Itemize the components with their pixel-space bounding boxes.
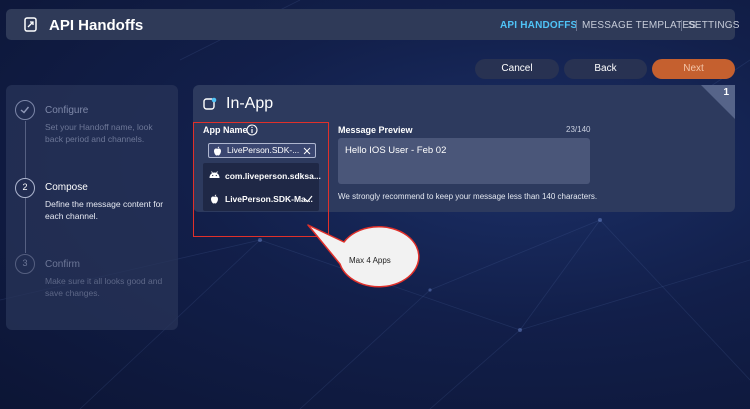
step-2-circle[interactable]: 2 — [15, 178, 35, 198]
channel-title: In-App — [226, 95, 274, 112]
character-counter: 23/140 — [566, 125, 591, 134]
corner-badge-number: 1 — [723, 87, 729, 98]
annotation-callout-text: Max 4 Apps — [349, 256, 391, 265]
message-length-hint: We strongly recommend to keep your messa… — [338, 192, 598, 201]
step-2-title: Compose — [45, 182, 88, 193]
step-3-title: Confirm — [45, 259, 81, 270]
step-3-description: Make sure it all looks good and save cha… — [45, 276, 163, 298]
step-3-circle[interactable]: 3 — [15, 254, 35, 274]
back-button[interactable]: Back — [564, 59, 647, 79]
corner-badge — [701, 85, 735, 119]
nav-tab-message-templates[interactable]: MESSAGE TEMPLATES — [582, 20, 696, 31]
step-2-description: Define the message content for each chan… — [45, 199, 164, 221]
step-1-circle[interactable] — [15, 100, 35, 120]
handoff-app-icon — [24, 17, 37, 32]
step-connector — [25, 198, 26, 253]
step-connector — [25, 121, 26, 179]
nav-tab-settings[interactable]: SETTINGS — [688, 20, 740, 31]
nav-divider — [681, 20, 682, 31]
chat-bubble-icon — [203, 97, 217, 110]
step-1-title: Configure — [45, 105, 89, 116]
top-bar: API Handoffs API HANDOFFS MESSAGE TEMPLA… — [6, 9, 739, 40]
cancel-button[interactable]: Cancel — [475, 59, 559, 79]
message-preview-text: Hello IOS User - Feb 02 — [345, 145, 447, 156]
step-1-description: Set your Handoff name, look back period … — [45, 122, 153, 144]
next-button[interactable]: Next — [652, 59, 735, 79]
nav-tab-api-handoffs[interactable]: API HANDOFFS — [500, 20, 577, 31]
nav-divider — [576, 20, 577, 31]
message-preview-label: Message Preview — [338, 125, 413, 135]
checkmark-icon — [20, 106, 30, 114]
page-title: API Handoffs — [49, 17, 144, 34]
